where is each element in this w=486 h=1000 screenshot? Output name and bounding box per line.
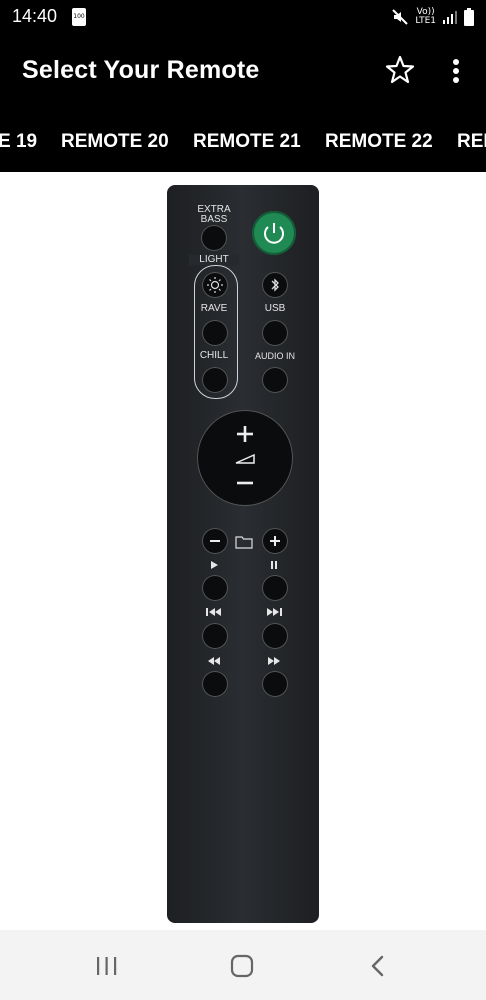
home-icon[interactable]: [229, 954, 255, 978]
remote-control: EXTRA BASS LIGHT RAVE USB CHILL AUDIO IN: [167, 185, 319, 923]
pause-button[interactable]: [262, 575, 288, 601]
light-label: LIGHT: [189, 255, 239, 265]
tab-remote-19[interactable]: E 19: [0, 131, 37, 153]
fast-forward-button[interactable]: [262, 671, 288, 697]
tab-remote-21[interactable]: REMOTE 21: [193, 131, 301, 153]
volume-rocker[interactable]: [197, 410, 293, 506]
power-button[interactable]: [252, 211, 296, 255]
extra-bass-label: EXTRA BASS: [197, 204, 231, 225]
page-title: Select Your Remote: [22, 56, 260, 84]
favorite-star-icon[interactable]: [384, 52, 416, 88]
play-icon: [211, 561, 218, 569]
next-track-icon: [267, 608, 282, 616]
power-icon: [264, 223, 284, 244]
battery-saver-icon: 100: [72, 8, 86, 26]
rave-label: RAVE: [200, 303, 228, 314]
battery-icon: [464, 8, 474, 26]
folder-plus-button[interactable]: [262, 528, 288, 554]
folder-minus-button[interactable]: [202, 528, 228, 554]
rewind-icon: [208, 657, 220, 665]
next-track-button[interactable]: [262, 623, 288, 649]
status-icons: Vo)) LTE1: [391, 6, 474, 28]
mute-icon: [392, 9, 409, 25]
sun-icon: [207, 277, 223, 293]
back-icon[interactable]: [368, 954, 388, 978]
volume-icon: [235, 426, 255, 485]
lte-label: LTE1: [415, 16, 436, 26]
app-bar: Select Your Remote: [0, 34, 486, 110]
usb-button[interactable]: [262, 320, 288, 346]
light-button[interactable]: [202, 272, 228, 298]
tab-remote-20[interactable]: REMOTE 20: [61, 131, 169, 153]
fast-forward-icon: [268, 657, 280, 665]
chill-button[interactable]: [202, 367, 228, 393]
chill-label: CHILL: [199, 350, 229, 361]
system-nav-bar: [0, 930, 486, 1000]
play-button[interactable]: [202, 575, 228, 601]
signal-icon: [443, 11, 457, 24]
bluetooth-button[interactable]: [262, 272, 288, 298]
tab-remote-22[interactable]: REMOTE 22: [325, 131, 433, 153]
volte-indicator: Vo)) LTE1: [415, 8, 436, 26]
recent-apps-icon[interactable]: [94, 954, 120, 978]
pause-icon: [271, 561, 277, 569]
previous-track-icon: [206, 608, 221, 616]
rave-button[interactable]: [202, 320, 228, 346]
folder-icon: [235, 536, 253, 549]
minus-icon: [210, 540, 220, 542]
status-bar: 14:40 100 Vo)) LTE1: [0, 0, 486, 34]
audio-in-label: AUDIO IN: [254, 351, 295, 361]
rewind-button[interactable]: [202, 671, 228, 697]
more-options-icon[interactable]: [446, 54, 466, 90]
previous-track-button[interactable]: [202, 623, 228, 649]
tab-remote-23[interactable]: REM: [457, 131, 486, 153]
extra-bass-button[interactable]: [201, 225, 227, 251]
bluetooth-icon: [271, 278, 279, 292]
plus-icon: [270, 536, 280, 546]
remote-tabs: E 19 REMOTE 20 REMOTE 21 REMOTE 22 REM: [0, 110, 486, 172]
status-time: 14:40: [12, 6, 58, 26]
usb-label: USB: [264, 303, 286, 314]
audio-in-button[interactable]: [262, 367, 288, 393]
